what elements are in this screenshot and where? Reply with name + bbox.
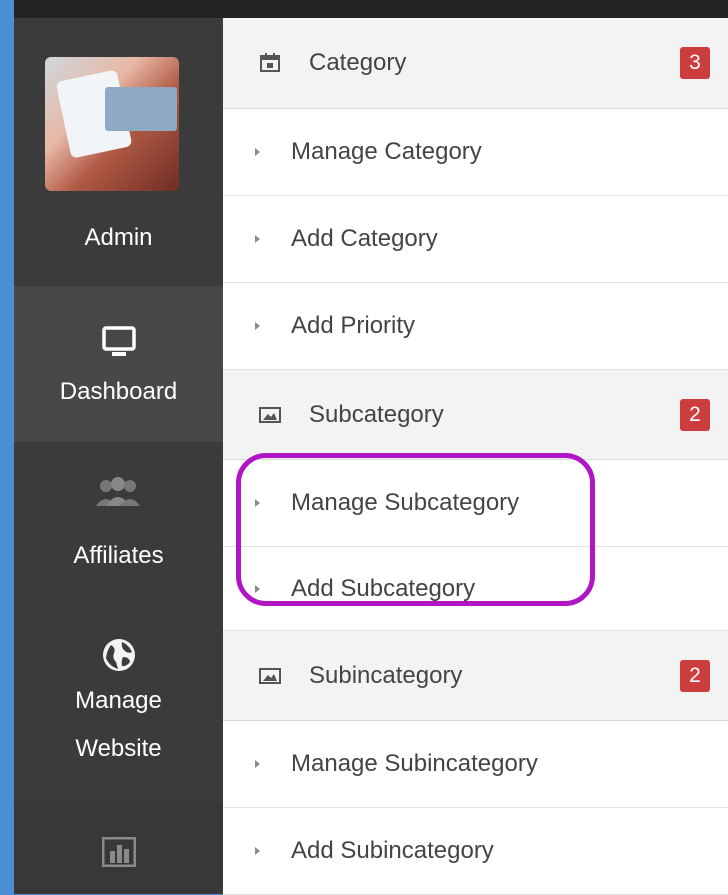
- menu-item-manage-subincategory[interactable]: Manage Subincategory: [223, 721, 728, 808]
- sidebar: Admin Dashboard Affiliates Manage Websit…: [14, 18, 223, 894]
- menu-item-label: Manage Subcategory: [291, 489, 520, 516]
- menu-item-label: Add Subcategory: [291, 574, 476, 602]
- menu-header-category[interactable]: Category 3: [223, 18, 728, 109]
- caret-right-icon: [255, 235, 260, 243]
- count-badge: 2: [680, 398, 710, 431]
- sidebar-item-reports[interactable]: [14, 801, 223, 894]
- count-badge: 3: [680, 47, 710, 79]
- sidebar-item-label: Dashboard: [59, 378, 178, 405]
- caret-right-icon: [255, 584, 260, 593]
- sidebar-item-label: Manage Website: [75, 687, 162, 762]
- sidebar-item-label: Affiliates: [73, 542, 164, 569]
- menu-item-add-subincategory[interactable]: Add Subincategory: [223, 808, 728, 895]
- menu-item-add-subcategory[interactable]: Add Subcategory: [223, 547, 728, 631]
- bar-chart-icon: [102, 837, 136, 867]
- menu-item-manage-category[interactable]: Manage Category: [223, 109, 728, 196]
- image-icon: [259, 406, 281, 423]
- calendar-icon: [260, 53, 280, 72]
- caret-right-icon: [255, 148, 260, 156]
- sidebar-item-dashboard[interactable]: Dashboard: [14, 286, 223, 443]
- menu-item-label: Manage Subincategory: [291, 750, 538, 777]
- menu-header-label: Subincategory: [309, 661, 463, 689]
- caret-right-icon: [255, 499, 260, 507]
- caret-right-icon: [255, 760, 260, 768]
- menu-header-subcategory[interactable]: Subcategory 2: [223, 370, 728, 460]
- menu-header-subincategory[interactable]: Subincategory 2: [223, 631, 728, 721]
- caret-right-icon: [255, 322, 260, 330]
- sidebar-item-manage-website[interactable]: Manage Website: [14, 602, 223, 811]
- sidebar-item-label: Admin: [84, 224, 153, 251]
- menu-item-add-category[interactable]: Add Category: [223, 196, 728, 283]
- globe-icon: [103, 639, 135, 671]
- top-bar: [14, 0, 728, 18]
- caret-right-icon: [255, 847, 260, 855]
- menu-item-label: Add Priority: [291, 312, 416, 339]
- monitor-icon: [102, 326, 136, 356]
- menu-item-label: Manage Category: [291, 138, 482, 165]
- image-icon: [259, 667, 281, 684]
- menu-item-label: Add Subincategory: [291, 837, 494, 864]
- menu-item-manage-subcategory[interactable]: Manage Subcategory: [223, 460, 728, 547]
- count-badge: 2: [680, 659, 710, 692]
- menu-panel: Category 3 Manage Category Add Category …: [223, 18, 728, 895]
- menu-header-label: Subcategory: [309, 400, 444, 428]
- menu-item-add-priority[interactable]: Add Priority: [223, 283, 728, 370]
- menu-item-label: Add Category: [291, 225, 438, 252]
- users-group-icon: [96, 477, 140, 506]
- menu-header-label: Category: [309, 49, 407, 76]
- admin-avatar[interactable]: [45, 57, 179, 191]
- sidebar-item-admin[interactable]: Admin: [14, 18, 223, 287]
- sidebar-item-affiliates[interactable]: Affiliates: [14, 442, 223, 603]
